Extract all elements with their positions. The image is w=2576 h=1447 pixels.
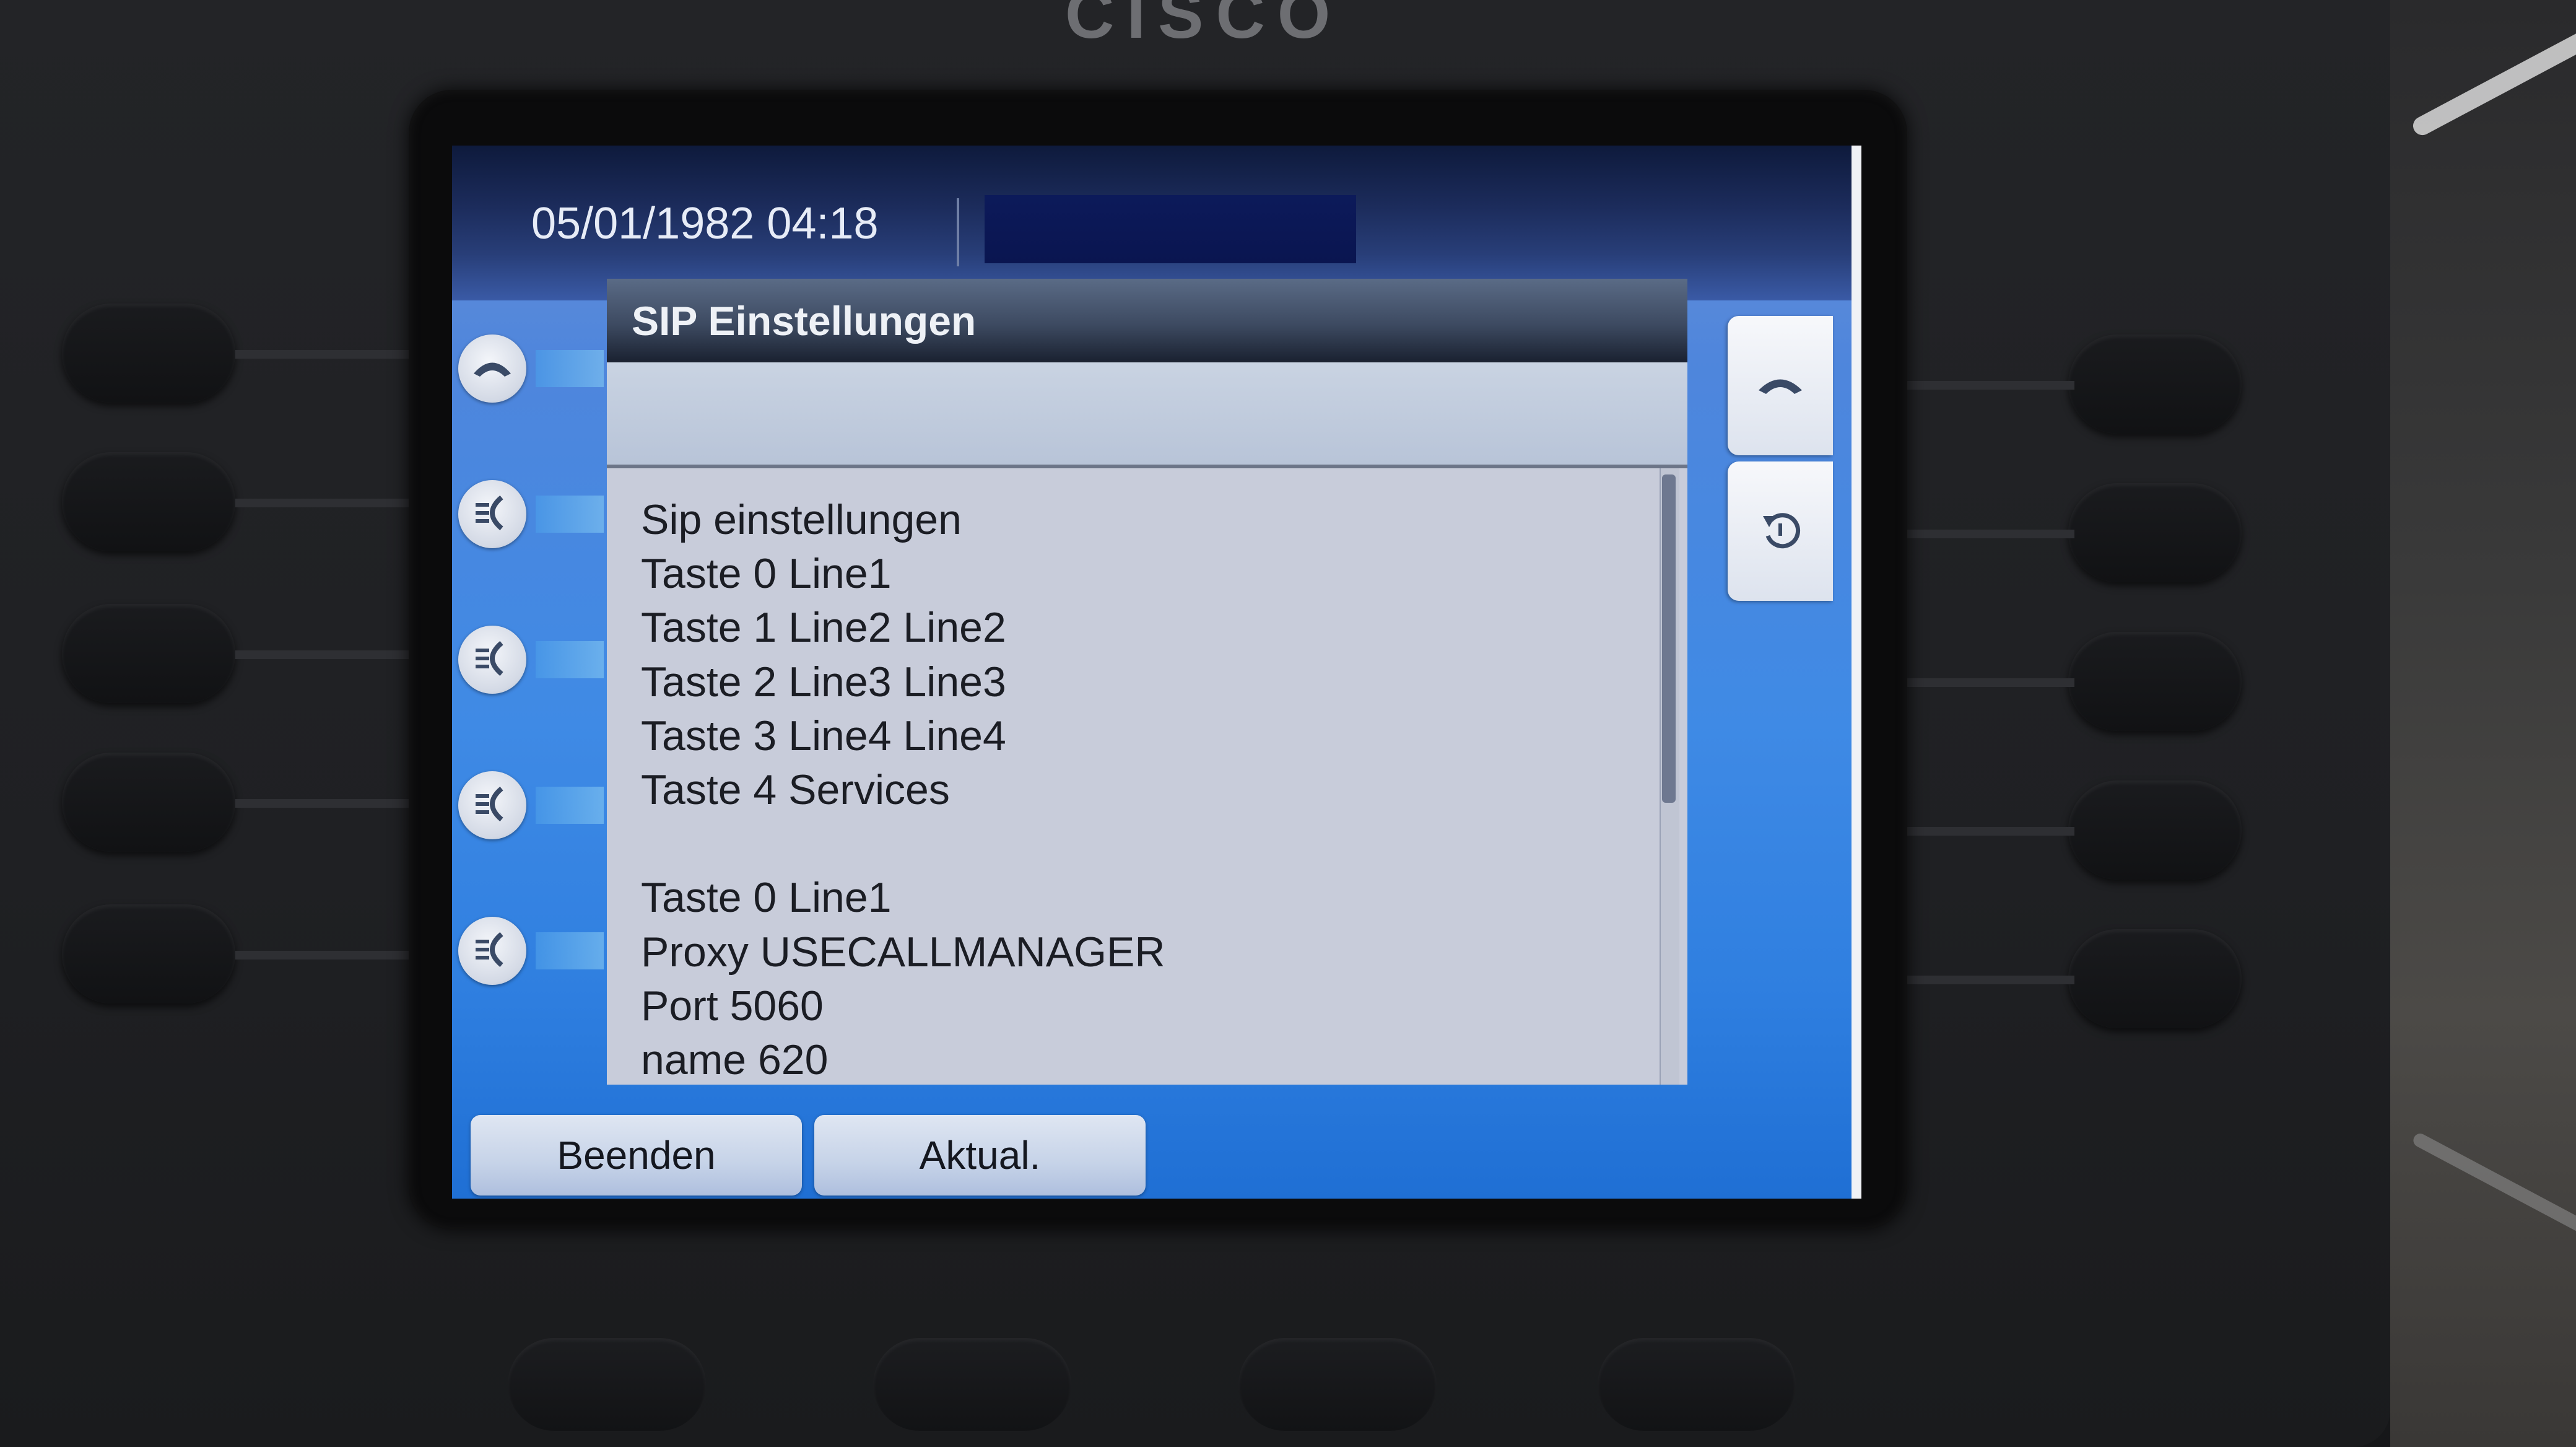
settings-line: Proxy USECALLMANAGER <box>641 928 1165 976</box>
line-key-5[interactable] <box>458 917 526 985</box>
speed-dial-icon <box>471 491 514 538</box>
line-key-3[interactable] <box>458 626 526 694</box>
settings-line: Sip einstellungen <box>641 496 962 543</box>
line-key-1[interactable] <box>458 334 526 403</box>
settings-line: Port 5060 <box>641 982 824 1030</box>
settings-lines: Sip einstellungen Taste 0 Line1 Taste 1 … <box>641 493 1165 1085</box>
phone-screen: 05/01/1982 04:18 SIP Einstellungen Sip e… <box>452 146 1861 1199</box>
key-divider <box>235 799 421 808</box>
line-key-4[interactable] <box>458 771 526 839</box>
key-divider <box>1895 827 2074 836</box>
key-divider <box>1895 530 2074 538</box>
settings-line: name 620 <box>641 1036 829 1083</box>
speed-dial-icon <box>471 637 514 683</box>
scrollbar-thumb[interactable] <box>1662 474 1676 803</box>
hardware-line-key-4[interactable] <box>62 753 235 852</box>
settings-text-area[interactable]: Sip einstellungen Taste 0 Line1 Taste 1 … <box>607 468 1687 1085</box>
settings-line: Taste 1 Line2 Line2 <box>641 604 1006 652</box>
sip-settings-dialog: SIP Einstellungen Sip einstellungen Tast… <box>607 279 1687 1199</box>
key-divider <box>235 499 421 507</box>
dialog-title-bar: SIP Einstellungen <box>607 279 1687 362</box>
line-key-4-tab <box>536 787 604 824</box>
background-wall <box>2390 0 2576 1447</box>
settings-line: Taste 3 Line4 Line4 <box>641 712 1006 759</box>
status-bar: 05/01/1982 04:18 <box>452 146 1852 300</box>
key-divider <box>1895 381 2074 390</box>
exit-button[interactable]: Beenden <box>471 1115 802 1196</box>
hardware-line-key-3[interactable] <box>62 604 235 703</box>
brand-logo: CISCO <box>1065 0 1343 53</box>
session-key-handset[interactable] <box>1728 316 1833 455</box>
phone-number-field <box>985 195 1356 263</box>
line-key-2-tab <box>536 496 604 533</box>
key-divider <box>1895 976 2074 984</box>
key-divider <box>1895 678 2074 687</box>
line-key-3-tab <box>536 641 604 678</box>
hardware-softkey-2[interactable] <box>873 1338 1071 1431</box>
dialog-title: SIP Einstellungen <box>632 297 977 344</box>
hardware-line-key-1[interactable] <box>62 304 235 403</box>
speed-dial-icon <box>471 782 514 829</box>
update-button[interactable]: Aktual. <box>814 1115 1146 1196</box>
settings-line: Taste 0 Line1 <box>641 874 892 922</box>
hardware-line-key-5[interactable] <box>62 904 235 1003</box>
back-arrow-icon <box>1756 505 1805 557</box>
hardware-session-key-4[interactable] <box>2068 780 2242 880</box>
settings-line: Taste 0 Line1 <box>641 550 892 598</box>
hardware-softkey-3[interactable] <box>1238 1338 1437 1431</box>
key-divider <box>235 951 421 960</box>
session-key-back[interactable] <box>1728 461 1833 601</box>
softkey-bar: Beenden Aktual. <box>452 1093 1852 1199</box>
hardware-softkey-1[interactable] <box>508 1338 706 1431</box>
datetime-label: 05/01/1982 04:18 <box>531 199 879 248</box>
settings-line: Taste 4 Services <box>641 766 950 813</box>
settings-line: Taste 2 Line3 Line3 <box>641 658 1006 706</box>
scrollbar[interactable] <box>1660 468 1679 1085</box>
photo-stage: CISCO 05/01/1982 04:18 SIP Einstellungen… <box>0 0 2576 1447</box>
status-divider <box>957 198 959 266</box>
handset-icon <box>1756 372 1805 400</box>
settings-line <box>641 817 1165 871</box>
dialog-input-field[interactable] <box>607 362 1687 468</box>
hardware-line-key-2[interactable] <box>62 452 235 551</box>
line-key-1-tab <box>536 350 604 387</box>
line-key-5-tab <box>536 932 604 969</box>
hardware-session-key-2[interactable] <box>2068 483 2242 582</box>
speed-dial-icon <box>471 928 514 974</box>
hardware-softkey-4[interactable] <box>1598 1338 1796 1431</box>
key-divider <box>235 650 421 659</box>
line-key-2[interactable] <box>458 480 526 548</box>
hardware-session-key-1[interactable] <box>2068 334 2242 434</box>
hardware-session-key-5[interactable] <box>2068 929 2242 1028</box>
hardware-session-key-3[interactable] <box>2068 632 2242 731</box>
handset-icon <box>471 355 514 383</box>
key-divider <box>235 350 421 359</box>
